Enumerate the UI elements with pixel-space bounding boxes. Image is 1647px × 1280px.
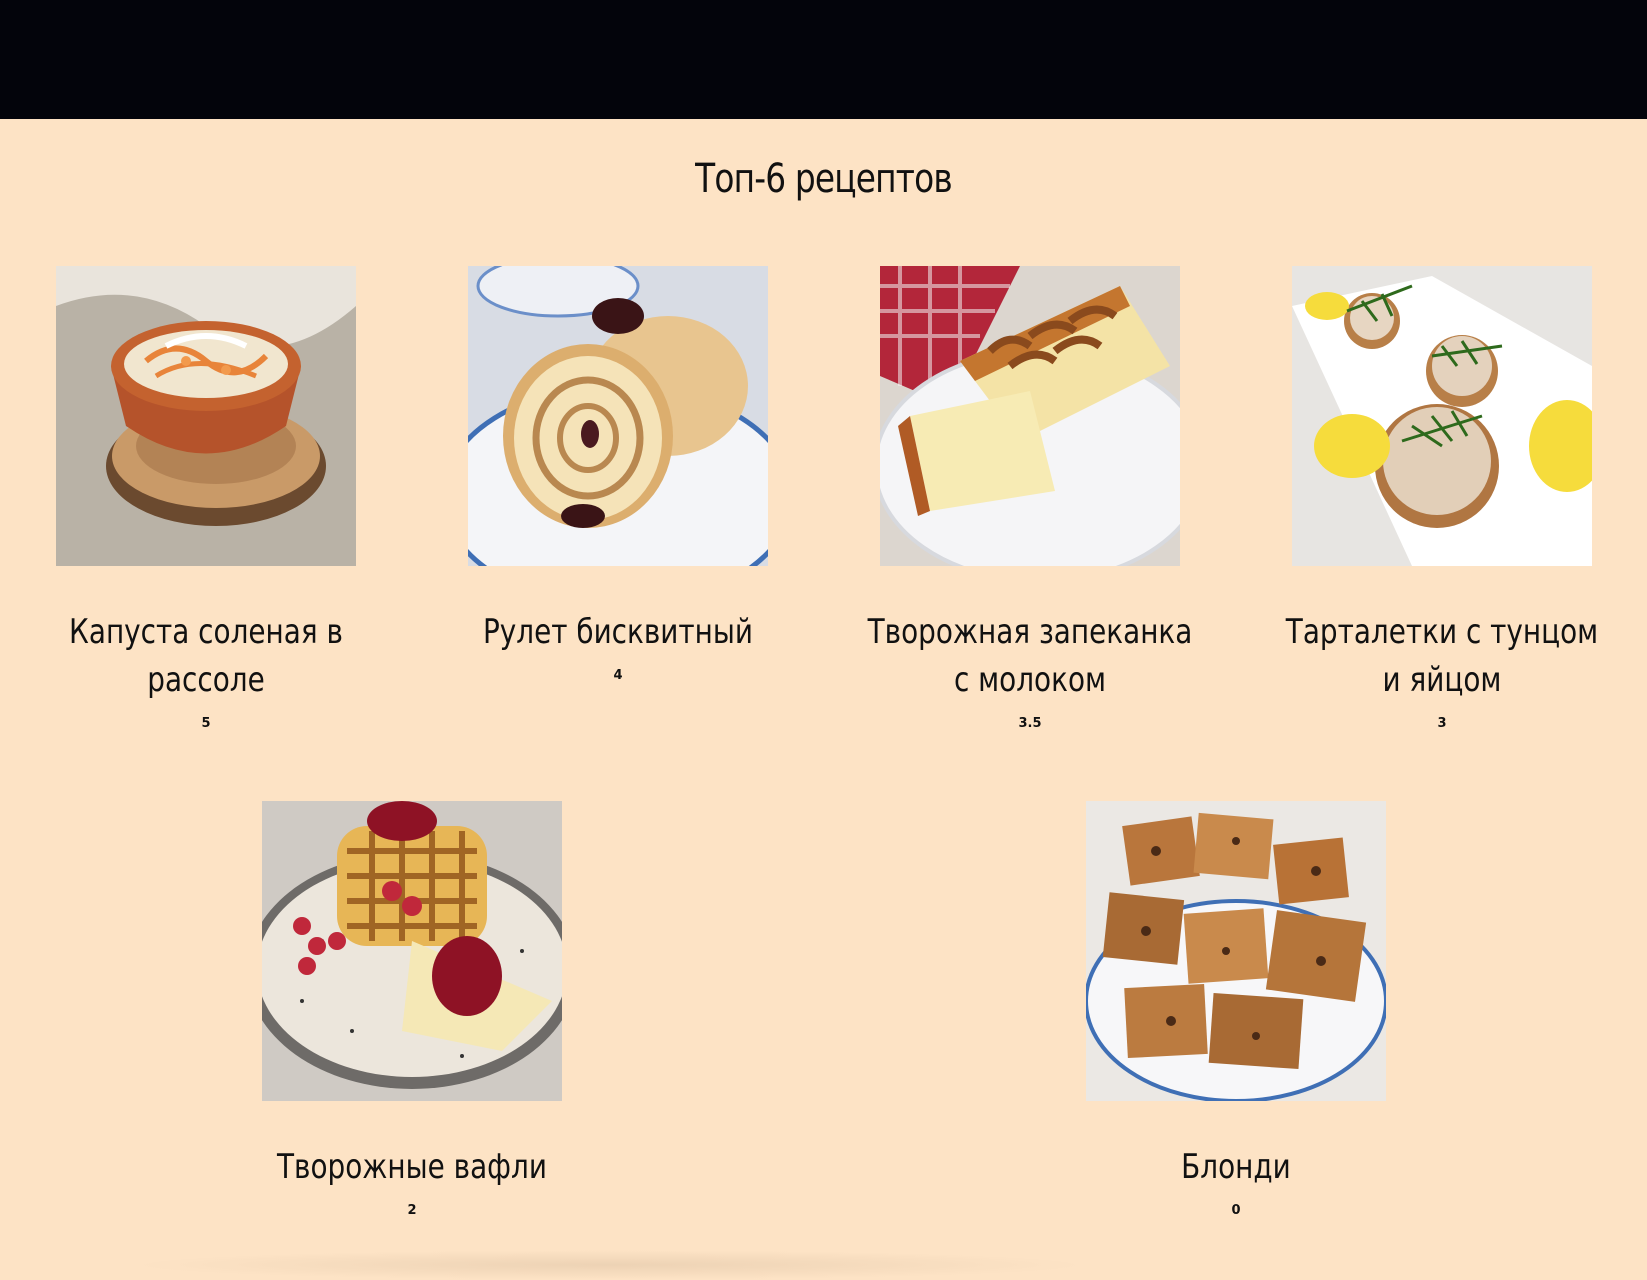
recipe-photo-sauerkraut[interactable] xyxy=(56,266,356,566)
recipe-rating: 3 xyxy=(1437,716,1447,731)
recipe-name[interactable]: Блонди xyxy=(1067,1143,1405,1191)
recipe-name[interactable]: Творожная запеканка с молоком xyxy=(861,608,1199,704)
recipe-card[interactable]: Капуста соленая в рассоле 5 xyxy=(0,266,412,731)
top-navigation-bar xyxy=(0,0,1647,119)
recipe-name[interactable]: Творожные вафли xyxy=(243,1143,581,1191)
recipe-card[interactable]: Блонди 0 xyxy=(1030,801,1442,1218)
recipe-rating: 2 xyxy=(407,1203,417,1218)
recipe-card[interactable]: Творожная запеканка с молоком 3.5 xyxy=(824,266,1236,731)
recipe-photo-sponge-roll[interactable] xyxy=(468,266,768,566)
recipe-card[interactable]: Тарталетки с тунцом и яйцом 3 xyxy=(1236,266,1647,731)
recipe-photo-tartlets[interactable] xyxy=(1292,266,1592,566)
recipe-name[interactable]: Тарталетки с тунцом и яйцом xyxy=(1273,608,1611,704)
recipe-name[interactable]: Капуста соленая в рассоле xyxy=(37,608,375,704)
recipe-rating: 4 xyxy=(613,668,623,683)
bottom-shadow xyxy=(130,1250,1090,1280)
recipe-card[interactable]: Рулет бисквитный 4 xyxy=(412,266,824,683)
recipe-photo-waffles[interactable] xyxy=(262,801,562,1101)
recipe-name[interactable]: Рулет бисквитный xyxy=(449,608,787,656)
recipe-rating: 3.5 xyxy=(1018,716,1042,731)
recipe-rating: 5 xyxy=(201,716,211,731)
recipe-card[interactable]: Творожные вафли 2 xyxy=(206,801,618,1218)
section-title: Топ-6 рецептов xyxy=(695,156,952,202)
recipe-photo-blondie[interactable] xyxy=(1086,801,1386,1101)
recipe-photo-casserole[interactable] xyxy=(880,266,1180,566)
recipe-rating: 0 xyxy=(1231,1203,1241,1218)
